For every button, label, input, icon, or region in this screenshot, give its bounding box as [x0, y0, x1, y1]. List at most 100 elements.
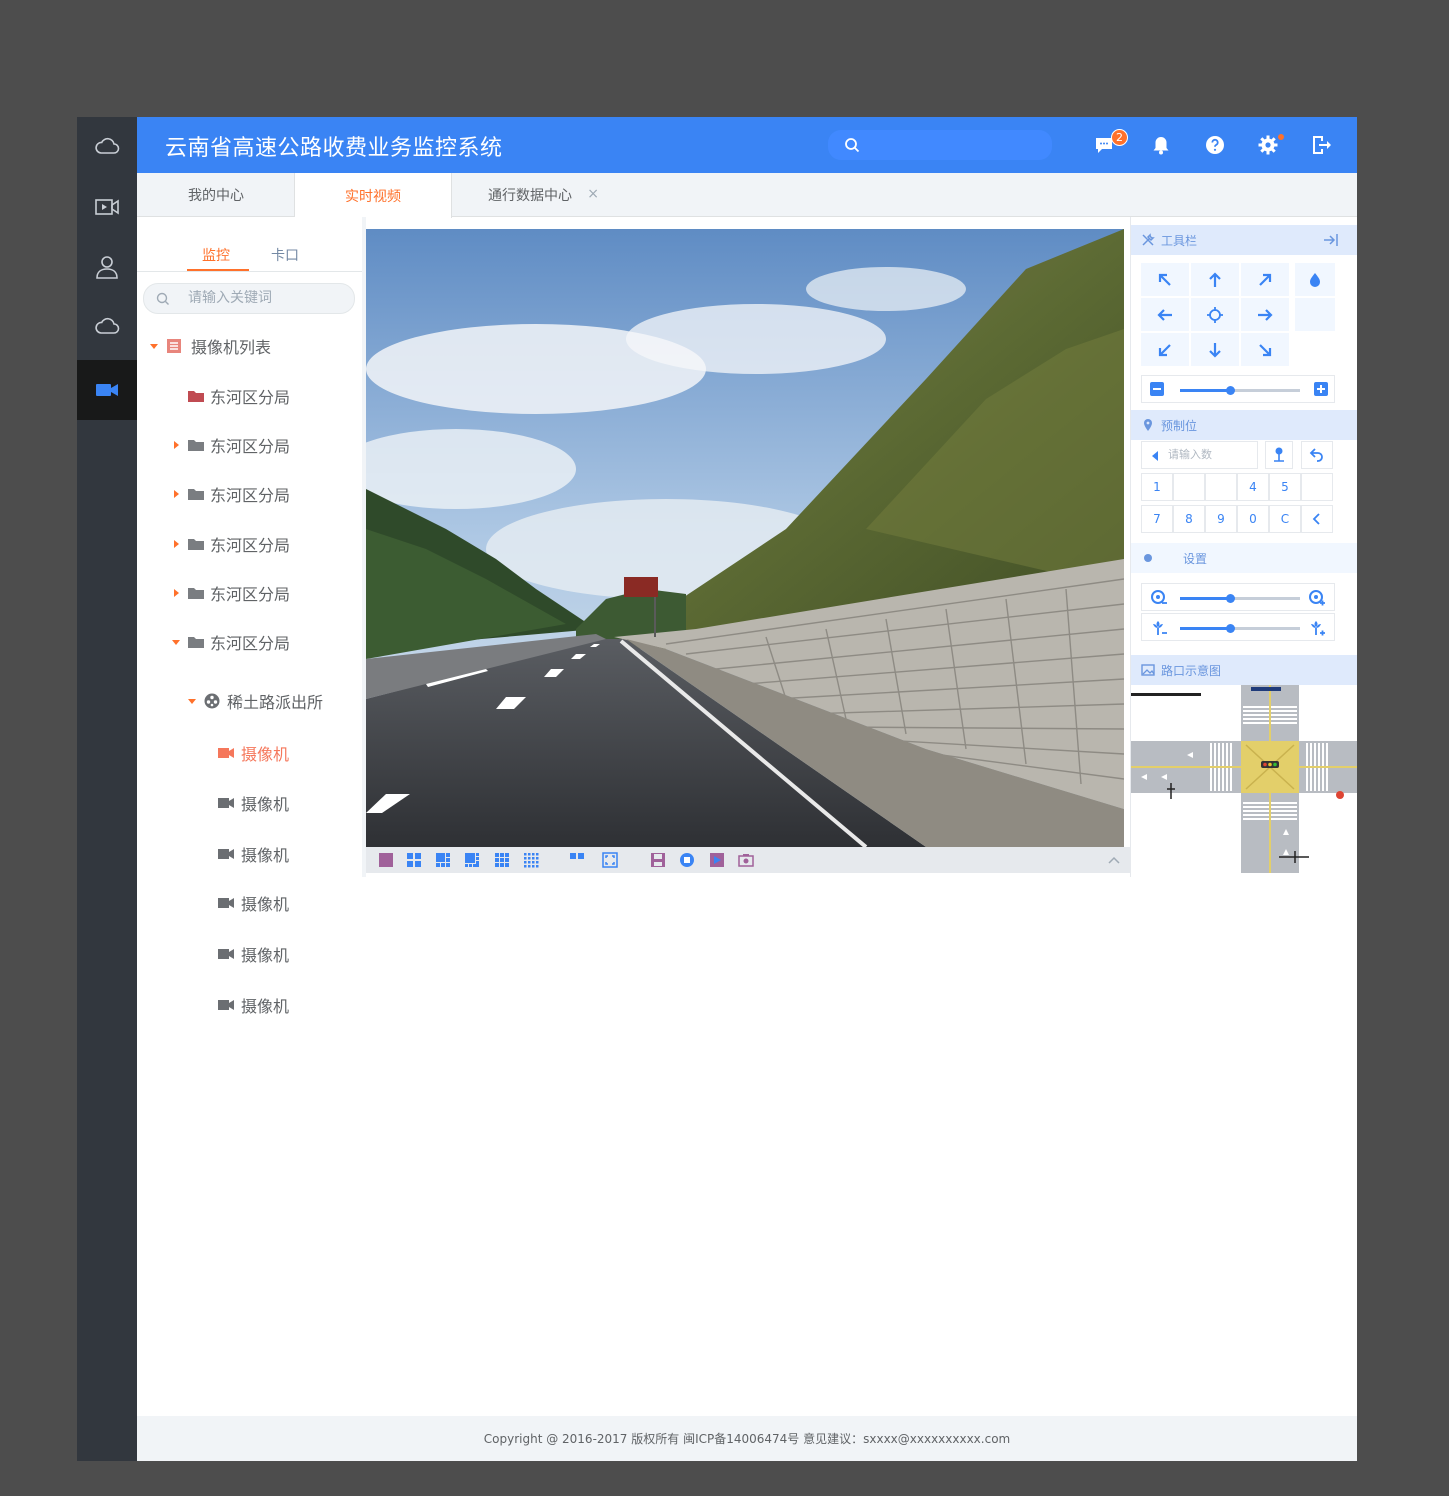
preset-back-button[interactable] [1301, 441, 1333, 469]
numpad-key[interactable]: 5 [1269, 473, 1301, 501]
rail-item-camera[interactable] [77, 360, 137, 420]
subtab-checkpoint[interactable]: 卡口 [271, 245, 299, 265]
numpad-key[interactable]: 7 [1141, 505, 1173, 533]
keyword-search[interactable] [143, 283, 355, 314]
tree-camera[interactable]: 摄像机 [137, 885, 363, 921]
ptz-up-right-button[interactable] [1241, 263, 1289, 296]
numpad-key[interactable]: 1 [1141, 473, 1173, 501]
focus-knob[interactable] [1226, 594, 1236, 603]
fullscreen-icon[interactable] [602, 852, 618, 868]
ptz-left-button[interactable] [1141, 298, 1189, 331]
caret-down-icon[interactable] [149, 341, 159, 351]
preset-locate-button[interactable] [1265, 441, 1293, 469]
layout-16-icon[interactable] [523, 852, 539, 868]
collapse-right-icon[interactable] [1323, 233, 1339, 247]
caret-right-icon[interactable] [171, 539, 181, 549]
tree-camera[interactable]: 摄像机 [137, 936, 363, 972]
numpad-key[interactable]: 4 [1237, 473, 1269, 501]
numpad-key[interactable] [1205, 473, 1237, 501]
layout-9-icon[interactable] [494, 852, 510, 868]
zoom-slider[interactable] [1141, 375, 1335, 403]
snapshot-icon[interactable] [738, 852, 754, 868]
tree-branch[interactable]: 东河区分局 [137, 427, 363, 463]
tree-camera[interactable]: 摄像机 [137, 836, 363, 872]
arrow-up-right-icon [1259, 273, 1272, 286]
numpad-key[interactable] [1173, 473, 1205, 501]
save-icon[interactable] [650, 852, 666, 868]
ptz-center-button[interactable] [1191, 298, 1239, 331]
search-input[interactable] [828, 130, 1052, 160]
tree-camera[interactable]: 摄像机 [137, 785, 363, 821]
ptz-up-left-button[interactable] [1141, 263, 1189, 296]
help-button[interactable] [1201, 131, 1229, 159]
preset-input[interactable] [1168, 448, 1254, 461]
undo-icon [1309, 448, 1323, 462]
ptz-right-button[interactable] [1241, 298, 1289, 331]
zoom-knob[interactable] [1226, 386, 1236, 395]
tab-my-center[interactable]: 我的中心 [137, 173, 295, 217]
layout-4-icon[interactable] [406, 852, 422, 868]
numpad-key[interactable]: 0 [1237, 505, 1269, 533]
iris-close-button[interactable] [1295, 298, 1335, 331]
tree-camera[interactable]: 摄像机 [137, 987, 363, 1023]
flower-plus-icon[interactable] [1308, 619, 1326, 637]
tree-branch[interactable]: 东河区分局 [137, 575, 363, 611]
caret-down-icon[interactable] [187, 696, 197, 706]
video-icon [95, 199, 119, 215]
focus-far-icon[interactable] [1308, 589, 1326, 607]
record-icon[interactable] [679, 852, 695, 868]
caret-right-icon[interactable] [171, 489, 181, 499]
rail-item-user[interactable] [77, 237, 137, 297]
tree-camera-label: 摄像机 [241, 946, 290, 965]
junction-map[interactable] [1131, 685, 1357, 873]
caret-right-icon[interactable] [171, 440, 181, 450]
numpad-key[interactable]: 8 [1173, 505, 1205, 533]
tree-branch[interactable]: 东河区分局 [137, 526, 363, 562]
tree-root[interactable]: 摄像机列表 [137, 328, 363, 364]
play-icon[interactable] [709, 852, 725, 868]
rail-item-video[interactable] [77, 177, 137, 237]
keyword-input[interactable] [188, 290, 348, 306]
ptz-down-left-button[interactable] [1141, 333, 1189, 366]
preset-input-field[interactable] [1141, 441, 1258, 469]
layout-1-icon[interactable] [378, 852, 394, 868]
focus-slider[interactable] [1141, 583, 1335, 611]
chevron-up-icon[interactable] [1106, 852, 1122, 868]
numpad-key[interactable]: 9 [1205, 505, 1237, 533]
user-icon [96, 256, 118, 279]
tree-camera-label: 摄像机 [241, 895, 290, 914]
tab-close-button[interactable]: × [587, 186, 599, 202]
logout-icon [1313, 136, 1331, 154]
layout-custom-icon[interactable] [569, 852, 585, 868]
subtab-monitor[interactable]: 监控 [202, 245, 230, 265]
iris-button[interactable] [1295, 263, 1335, 296]
tree-camera[interactable]: 摄像机 [137, 735, 363, 771]
ptz-down-button[interactable] [1191, 333, 1239, 366]
layout-6-icon[interactable] [435, 852, 451, 868]
rail-item-cloud-2[interactable] [77, 297, 137, 357]
video-feed[interactable] [366, 229, 1124, 847]
caret-down-icon[interactable] [171, 637, 181, 647]
zoom-in-icon[interactable] [1314, 382, 1328, 396]
tab-traffic-data[interactable]: 通行数据中心 × [451, 173, 609, 217]
tree-branch[interactable]: 东河区分局 [137, 378, 363, 414]
numpad-backspace-button[interactable] [1301, 505, 1333, 533]
aperture-slider[interactable] [1141, 613, 1335, 641]
notification-button[interactable] [1147, 131, 1175, 159]
tree-branch[interactable]: 东河区分局 [137, 476, 363, 512]
ptz-down-right-button[interactable] [1241, 333, 1289, 366]
ptz-up-button[interactable] [1191, 263, 1239, 296]
numpad-key[interactable] [1301, 473, 1333, 501]
flower-minus-icon[interactable] [1150, 619, 1168, 637]
logout-button[interactable] [1307, 131, 1335, 159]
tree-station[interactable]: 稀土路派出所 [137, 683, 363, 719]
layout-8-icon[interactable] [464, 852, 480, 868]
tree-branch[interactable]: 东河区分局 [137, 624, 363, 660]
aperture-knob[interactable] [1226, 624, 1236, 633]
caret-right-icon[interactable] [171, 588, 181, 598]
tab-live-video[interactable]: 实时视频 [294, 173, 452, 218]
numpad-key[interactable]: C [1269, 505, 1301, 533]
rail-item-cloud[interactable] [77, 117, 137, 177]
zoom-out-icon[interactable] [1150, 382, 1164, 396]
focus-near-icon[interactable] [1150, 589, 1168, 607]
